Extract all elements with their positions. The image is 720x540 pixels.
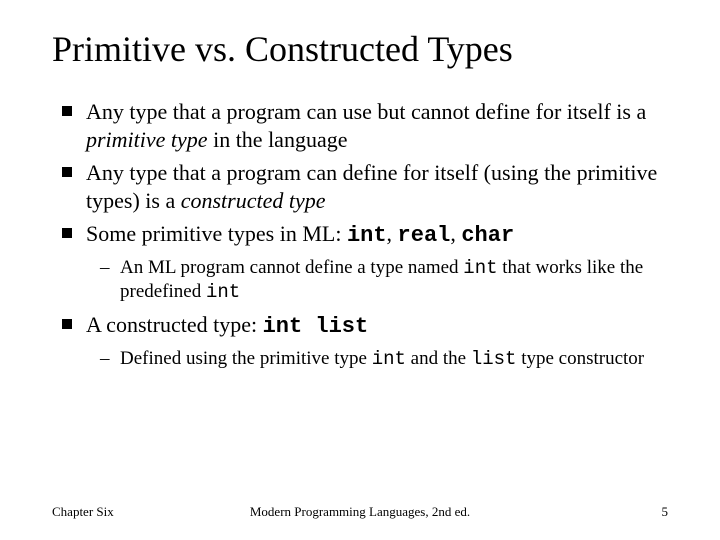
text: and the — [406, 348, 471, 369]
slide: Primitive vs. Constructed Types Any type… — [0, 0, 720, 540]
slide-title: Primitive vs. Constructed Types — [52, 28, 668, 70]
code-text: int list — [263, 314, 369, 339]
text: Any type that a program can use but cann… — [86, 99, 646, 124]
sub-bullet-list: Defined using the primitive type int and… — [86, 347, 668, 372]
code-text: int — [463, 257, 497, 279]
text: Some primitive types in ML: — [86, 221, 347, 246]
code-text: list — [471, 348, 517, 370]
italic-text: primitive type — [86, 127, 208, 152]
footer-center: Modern Programming Languages, 2nd ed. — [0, 504, 720, 520]
code-text: int — [347, 223, 387, 248]
code-text: real — [398, 223, 451, 248]
text: An ML program cannot define a type named — [120, 257, 463, 278]
sub-bullet-item: Defined using the primitive type int and… — [96, 347, 668, 372]
bullet-item: A constructed type: int list Defined usi… — [56, 311, 668, 371]
text: , — [450, 221, 461, 246]
text: in the language — [208, 127, 348, 152]
slide-body: Any type that a program can use but cann… — [52, 98, 668, 371]
sub-bullet-list: An ML program cannot define a type named… — [86, 256, 668, 306]
slide-footer: Modern Programming Languages, 2nd ed. Ch… — [0, 504, 720, 520]
text: , — [387, 221, 398, 246]
text: Defined using the primitive type — [120, 348, 372, 369]
bullet-list: Any type that a program can use but cann… — [52, 98, 668, 371]
text: type constructor — [516, 348, 644, 369]
code-text: char — [461, 223, 514, 248]
bullet-item: Any type that a program can define for i… — [56, 159, 668, 214]
sub-bullet-item: An ML program cannot define a type named… — [96, 256, 668, 306]
code-text: int — [206, 281, 240, 303]
text: Any type that a program can define for i… — [86, 160, 657, 213]
italic-text: constructed type — [181, 188, 326, 213]
bullet-item: Some primitive types in ML: int, real, c… — [56, 220, 668, 305]
text: A constructed type: — [86, 312, 263, 337]
code-text: int — [372, 348, 406, 370]
bullet-item: Any type that a program can use but cann… — [56, 98, 668, 153]
